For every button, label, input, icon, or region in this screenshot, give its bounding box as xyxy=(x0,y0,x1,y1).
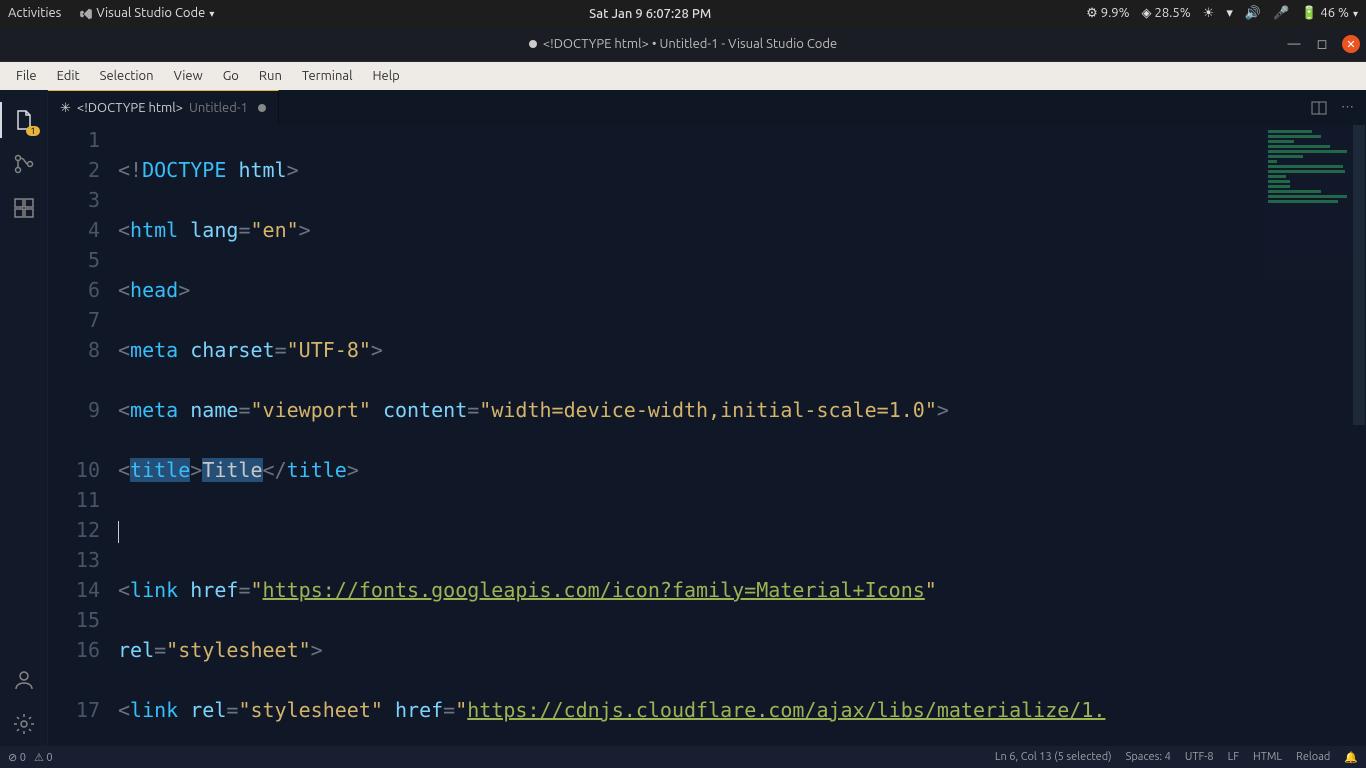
brightness-icon[interactable]: ☀ xyxy=(1203,6,1215,21)
explorer-badge: 1 xyxy=(26,126,39,136)
status-encoding[interactable]: UTF-8 xyxy=(1185,751,1214,763)
split-editor-icon[interactable] xyxy=(1311,100,1327,116)
minimize-button[interactable]: — xyxy=(1286,36,1302,52)
wifi-icon[interactable]: ▾ xyxy=(1226,6,1233,21)
status-eol[interactable]: LF xyxy=(1228,751,1239,763)
code-content[interactable]: <!DOCTYPE html> <html lang="en"> <head> … xyxy=(118,125,1366,746)
tab-modified-icon xyxy=(258,104,266,112)
modified-dot-icon xyxy=(529,40,537,48)
menubar: File Edit Selection View Go Run Terminal… xyxy=(0,62,1366,90)
mem-indicator[interactable]: ◈ 28.5% xyxy=(1142,6,1191,21)
status-errors[interactable]: ⊘ 0 xyxy=(8,751,26,764)
tabbar: ✳ <!DOCTYPE html> Untitled-1 ⋯ xyxy=(48,90,1366,125)
more-actions-icon[interactable]: ⋯ xyxy=(1341,100,1354,115)
menu-file[interactable]: File xyxy=(6,65,47,87)
titlebar: <!DOCTYPE html> • Untitled-1 - Visual St… xyxy=(0,27,1366,62)
activity-bar: 1 xyxy=(0,90,48,746)
scroll-thumb[interactable] xyxy=(1353,125,1365,425)
editor-area: ✳ <!DOCTYPE html> Untitled-1 ⋯ 1 2 3 4 5… xyxy=(48,90,1366,746)
clock[interactable]: Sat Jan 9 6:07:28 PM xyxy=(214,7,1086,21)
scrollbar[interactable] xyxy=(1352,125,1366,746)
battery-indicator[interactable]: 🔋 46 %▾ xyxy=(1301,6,1358,21)
menu-edit[interactable]: Edit xyxy=(47,65,90,87)
window-title: <!DOCTYPE html> • Untitled-1 - Visual St… xyxy=(543,37,837,51)
explorer-icon[interactable]: 1 xyxy=(0,98,48,142)
activities-button[interactable]: Activities xyxy=(8,6,61,20)
code-editor[interactable]: 1 2 3 4 5 6 7 8 9 10 11 12 13 14 15 16 1… xyxy=(48,125,1366,746)
cpu-indicator[interactable]: ⚙ 9.9% xyxy=(1086,6,1129,21)
menu-terminal[interactable]: Terminal xyxy=(292,65,363,87)
status-bell-icon[interactable]: 🔔 xyxy=(1344,751,1358,764)
tab-filename: <!DOCTYPE html> xyxy=(77,101,183,115)
status-cursor[interactable]: Ln 6, Col 13 (5 selected) xyxy=(995,751,1112,763)
menu-view[interactable]: View xyxy=(164,65,213,87)
menu-go[interactable]: Go xyxy=(213,65,249,87)
status-spaces[interactable]: Spaces: 4 xyxy=(1126,751,1171,763)
status-warnings[interactable]: ⚠ 0 xyxy=(34,751,53,764)
snowflake-icon: ✳ xyxy=(60,101,71,116)
mic-icon[interactable]: 🎤 xyxy=(1273,6,1289,21)
statusbar: ⊘ 0 ⚠ 0 Ln 6, Col 13 (5 selected) Spaces… xyxy=(0,746,1366,768)
minimap[interactable] xyxy=(1264,128,1352,278)
settings-icon[interactable] xyxy=(0,702,48,746)
menu-help[interactable]: Help xyxy=(362,65,409,87)
status-reload[interactable]: Reload xyxy=(1296,751,1330,763)
status-language[interactable]: HTML xyxy=(1253,751,1282,763)
editor-tab[interactable]: ✳ <!DOCTYPE html> Untitled-1 xyxy=(48,90,279,125)
extensions-icon[interactable] xyxy=(0,186,48,230)
app-menu[interactable]: Visual Studio Code▾ xyxy=(79,6,214,21)
menu-run[interactable]: Run xyxy=(249,65,292,87)
volume-icon[interactable]: 🔊 xyxy=(1245,6,1261,21)
source-control-icon[interactable] xyxy=(0,142,48,186)
system-topbar: Activities Visual Studio Code▾ Sat Jan 9… xyxy=(0,0,1366,27)
account-icon[interactable] xyxy=(0,658,48,702)
vscode-icon xyxy=(79,7,93,21)
tab-path: Untitled-1 xyxy=(189,101,248,115)
menu-selection[interactable]: Selection xyxy=(90,65,164,87)
maximize-button[interactable]: ◻ xyxy=(1314,36,1330,52)
close-button[interactable]: ✕ xyxy=(1342,35,1360,53)
line-gutter: 1 2 3 4 5 6 7 8 9 10 11 12 13 14 15 16 1… xyxy=(48,125,118,746)
